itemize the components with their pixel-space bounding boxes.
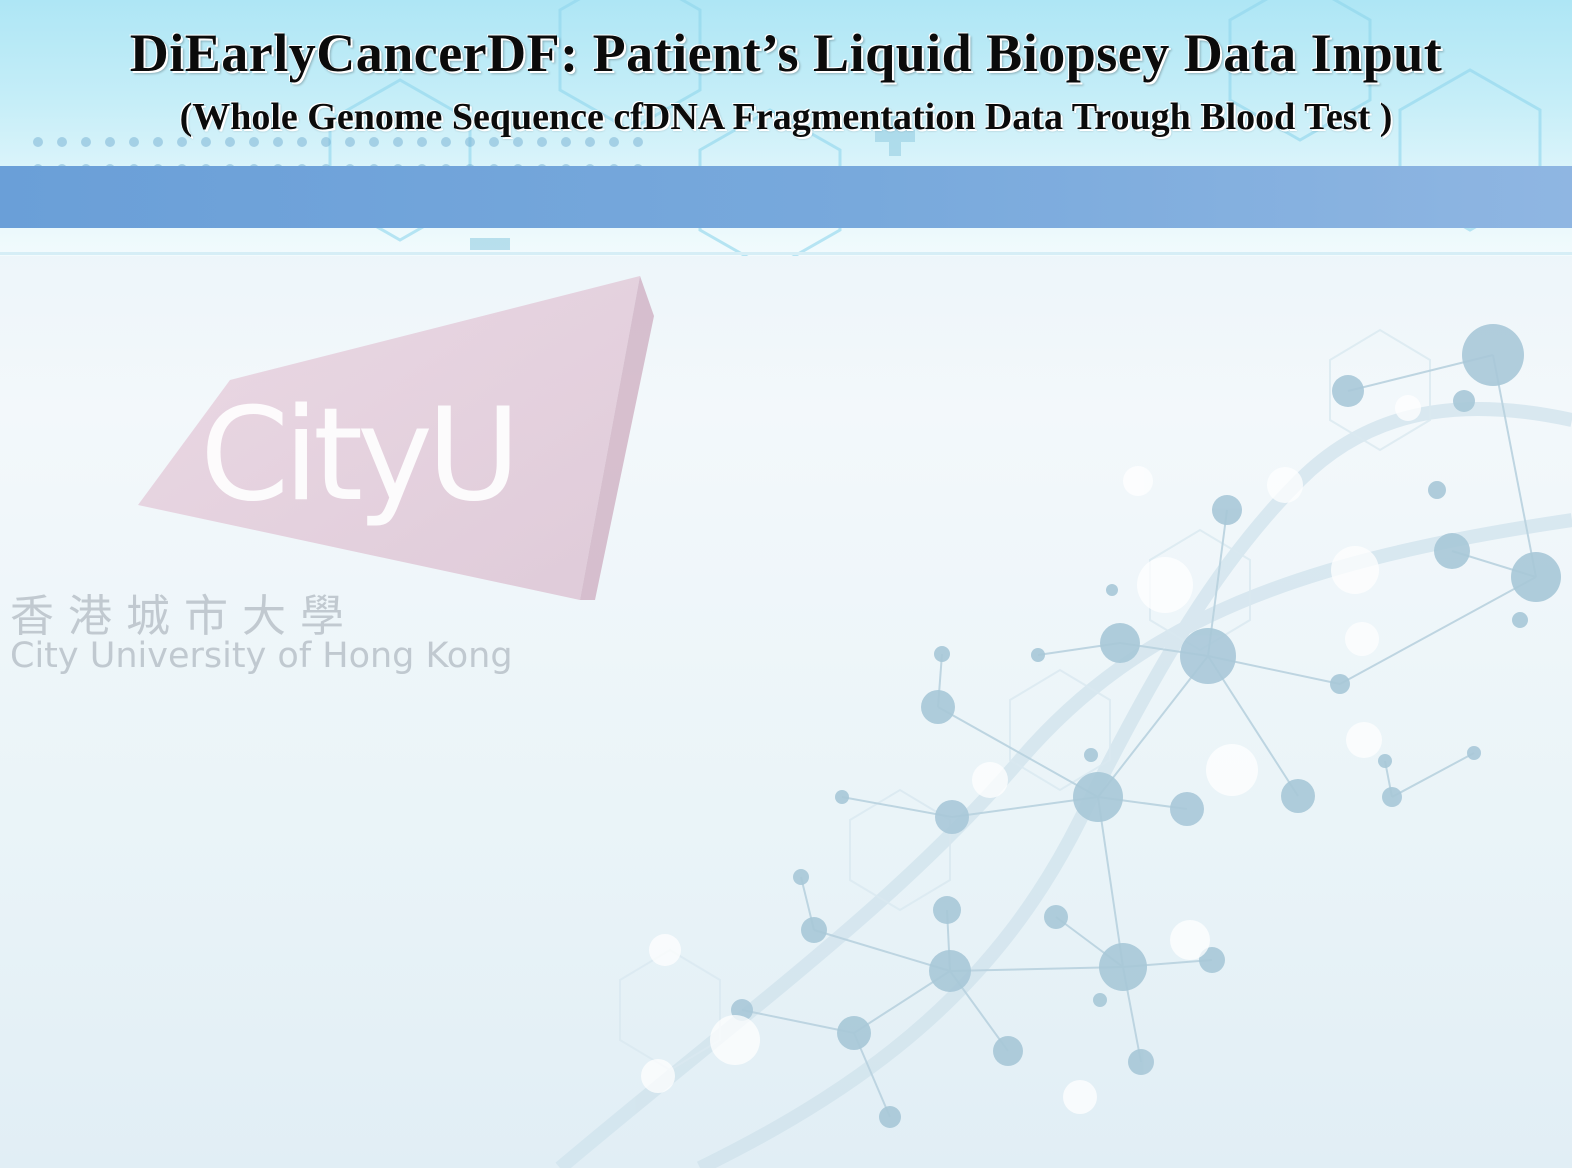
university-chinese-name: 香港城市大學 [10, 591, 358, 642]
university-english-name: City University of Hong Kong [10, 636, 513, 676]
cityu-wordmark: CityU [200, 381, 521, 530]
